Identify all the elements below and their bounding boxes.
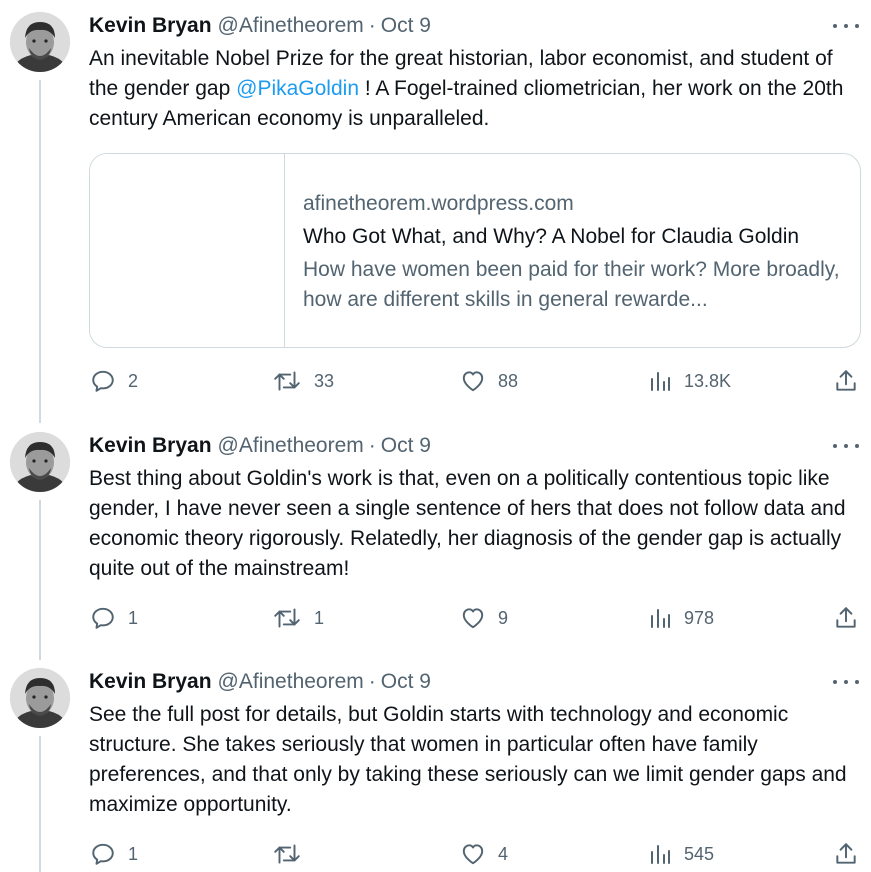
views-icon bbox=[651, 609, 670, 628]
heart-icon bbox=[462, 608, 484, 629]
retweet-count: 33 bbox=[314, 370, 335, 391]
like-count: 88 bbox=[498, 370, 519, 391]
views-button[interactable]: 545 bbox=[648, 839, 714, 869]
action-bar: 1 4 545 bbox=[0, 839, 871, 869]
tweet[interactable]: Kevin Bryan @Afinetheorem · Oct 9 Best t… bbox=[0, 420, 871, 658]
reply-button[interactable]: 1 bbox=[90, 603, 138, 633]
view-count: 13.8K bbox=[684, 370, 732, 391]
more-icon[interactable] bbox=[833, 672, 859, 692]
avatar[interactable] bbox=[10, 432, 70, 492]
author-handle[interactable]: @Afinetheorem bbox=[218, 670, 364, 694]
tweet-text: An inevitable Nobel Prize for the great … bbox=[89, 44, 864, 134]
card-thumbnail[interactable] bbox=[90, 154, 285, 347]
retweet-icon bbox=[274, 608, 300, 628]
separator-dot: · bbox=[368, 434, 376, 457]
author-name[interactable]: Kevin Bryan bbox=[89, 670, 212, 694]
like-button[interactable]: 4 bbox=[460, 839, 508, 869]
separator-dot: · bbox=[368, 14, 376, 37]
heart-icon bbox=[462, 371, 484, 392]
reply-count: 1 bbox=[128, 843, 139, 864]
like-count: 4 bbox=[498, 843, 509, 864]
card-body: afinetheorem.wordpress.com Who Got What,… bbox=[303, 189, 848, 315]
like-button[interactable]: 9 bbox=[460, 603, 508, 633]
mention-link[interactable]: @PikaGoldin bbox=[236, 77, 359, 100]
avatar[interactable] bbox=[10, 12, 70, 72]
views-icon bbox=[651, 372, 670, 391]
tweet-date[interactable]: Oct 9 bbox=[381, 434, 431, 458]
author-handle[interactable]: @Afinetheorem bbox=[218, 14, 364, 38]
retweet-count: 1 bbox=[314, 607, 325, 628]
separator-dot: · bbox=[368, 670, 376, 693]
tweet-date[interactable]: Oct 9 bbox=[381, 670, 431, 694]
tweet-header: Kevin Bryan @Afinetheorem · Oct 9 bbox=[89, 12, 431, 40]
share-icon bbox=[836, 843, 856, 864]
retweet-button[interactable]: 1 bbox=[272, 603, 324, 633]
tweet-date[interactable]: Oct 9 bbox=[381, 14, 431, 38]
tweet[interactable]: Kevin Bryan @Afinetheorem · Oct 9 See th… bbox=[0, 656, 871, 872]
reply-button[interactable]: 1 bbox=[90, 839, 138, 869]
tweet-text: Best thing about Goldin's work is that, … bbox=[89, 467, 846, 580]
reply-button[interactable]: 2 bbox=[90, 366, 138, 396]
reply-icon bbox=[92, 843, 114, 865]
link-card[interactable]: afinetheorem.wordpress.com Who Got What,… bbox=[89, 153, 861, 348]
views-button[interactable]: 13.8K bbox=[648, 366, 731, 396]
retweet-button[interactable] bbox=[272, 839, 314, 869]
more-icon[interactable] bbox=[833, 16, 859, 36]
card-domain: afinetheorem.wordpress.com bbox=[303, 192, 574, 215]
like-count: 9 bbox=[498, 607, 509, 628]
view-count: 545 bbox=[684, 843, 715, 864]
tweet-header: Kevin Bryan @Afinetheorem · Oct 9 bbox=[89, 432, 431, 460]
reply-icon bbox=[92, 607, 114, 629]
action-bar: 2 33 88 13.8K bbox=[0, 366, 871, 396]
share-icon bbox=[836, 370, 856, 391]
card-description: How have women been paid for their work?… bbox=[303, 258, 840, 311]
tweet-text: See the full post for details, but Goldi… bbox=[89, 703, 847, 816]
like-button[interactable]: 88 bbox=[460, 366, 518, 396]
action-bar: 1 1 9 978 bbox=[0, 603, 871, 633]
views-button[interactable]: 978 bbox=[648, 603, 714, 633]
views-icon bbox=[651, 845, 670, 864]
share-icon bbox=[836, 607, 856, 628]
view-count: 978 bbox=[684, 607, 715, 628]
retweet-button[interactable]: 33 bbox=[272, 366, 334, 396]
more-icon[interactable] bbox=[833, 436, 859, 456]
heart-icon bbox=[462, 844, 484, 865]
author-handle[interactable]: @Afinetheorem bbox=[218, 434, 364, 458]
retweet-icon bbox=[274, 844, 300, 864]
retweet-icon bbox=[274, 371, 300, 391]
reply-count: 2 bbox=[128, 370, 139, 391]
reply-icon bbox=[92, 370, 114, 392]
avatar[interactable] bbox=[10, 668, 70, 728]
author-name[interactable]: Kevin Bryan bbox=[89, 14, 212, 38]
author-name[interactable]: Kevin Bryan bbox=[89, 434, 212, 458]
tweet[interactable]: Kevin Bryan @Afinetheorem · Oct 9 An ine… bbox=[0, 0, 871, 420]
reply-count: 1 bbox=[128, 607, 139, 628]
share-button[interactable] bbox=[833, 603, 859, 633]
tweet-header: Kevin Bryan @Afinetheorem · Oct 9 bbox=[89, 668, 431, 696]
share-button[interactable] bbox=[833, 839, 859, 869]
card-title: Who Got What, and Why? A Nobel for Claud… bbox=[303, 225, 800, 248]
share-button[interactable] bbox=[833, 366, 859, 396]
